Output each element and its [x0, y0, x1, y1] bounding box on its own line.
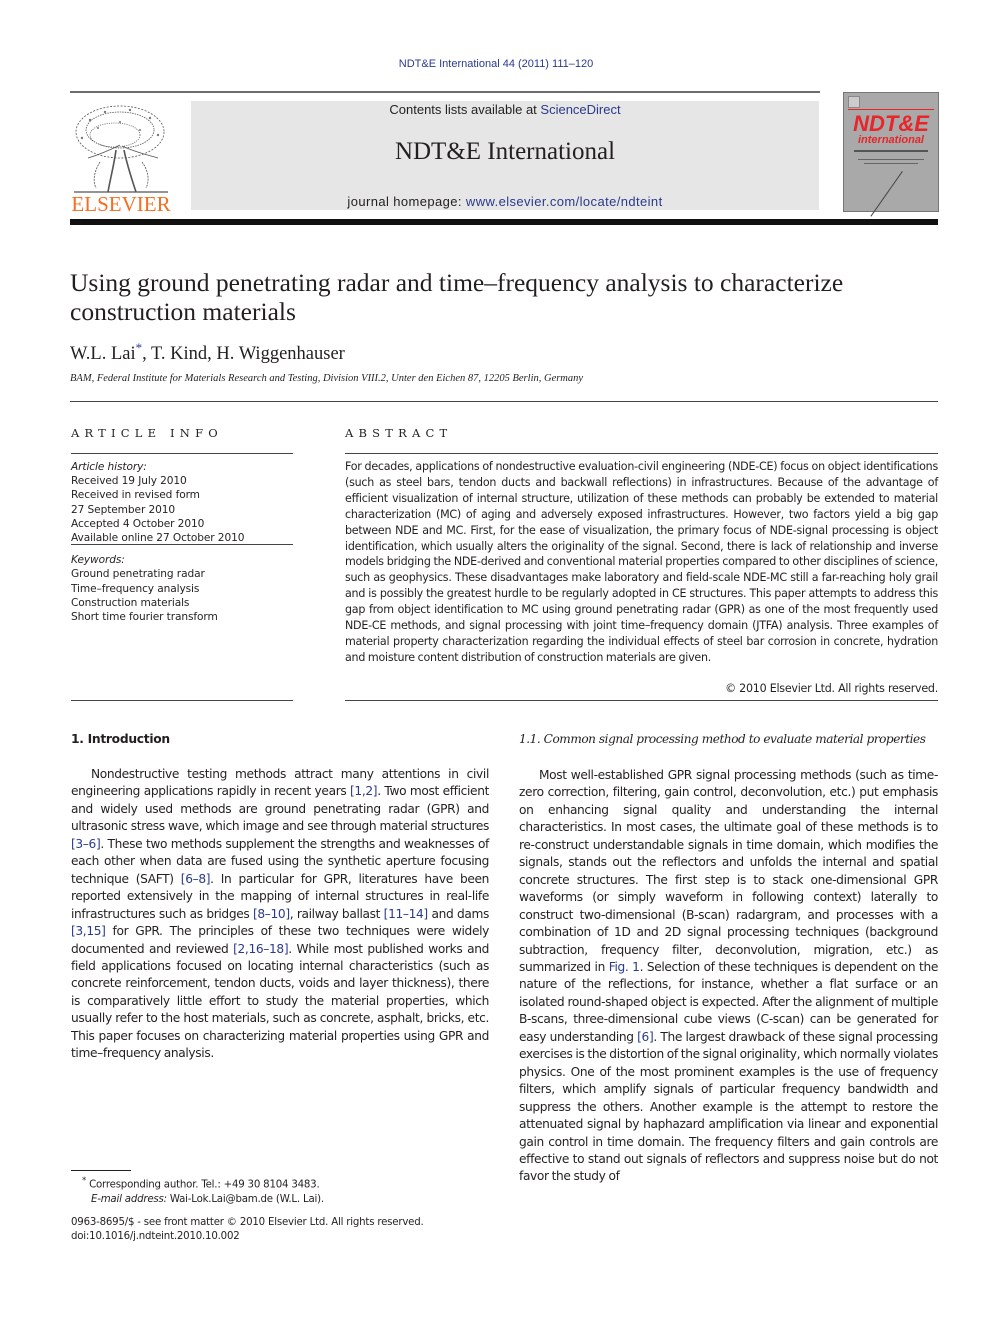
article-history: Article history: Received 19 July 2010 R… [71, 460, 293, 545]
email-value[interactable]: Wai-Lok.Lai@bam.de (W.L. Lai). [167, 1194, 324, 1205]
article-title: Using ground penetrating radar and time–… [70, 268, 844, 326]
elsevier-wordmark: ELSEVIER [71, 192, 171, 216]
email-label: E-mail address: [91, 1193, 167, 1205]
contents-available-line: Contents lists available at ScienceDirec… [191, 102, 819, 117]
journal-cover-thumbnail: NDT&E international [843, 92, 939, 217]
article-info-rule [71, 544, 293, 545]
citation-link[interactable]: [6] [637, 1030, 654, 1044]
front-matter: 0963-8695/$ - see front matter © 2010 El… [71, 1216, 424, 1245]
footnote-email: E-mail address: Wai-Lok.Lai@bam.de (W.L.… [82, 1193, 324, 1208]
issn-line: 0963-8695/$ - see front matter © 2010 El… [71, 1217, 424, 1228]
citation-link[interactable]: Fig. 1 [609, 960, 640, 974]
contents-prefix: Contents lists available at [389, 102, 541, 117]
article-info-rule [71, 700, 293, 701]
subsection-paragraph: Most well-established GPR signal process… [519, 768, 939, 1184]
footnote: * Corresponding author. Tel.: +49 30 810… [82, 1174, 324, 1207]
author-others: , T. Kind, H. Wiggenhauser [142, 344, 345, 365]
cover-tagline-bar [854, 150, 928, 152]
keyword-item: Short time fourier transform [71, 611, 218, 624]
header-rule [70, 91, 820, 93]
sciencedirect-link[interactable]: ScienceDirect [540, 102, 620, 117]
history-item: Received in revised form [71, 489, 200, 502]
journal-title: NDT&E International [394, 138, 616, 165]
journal-homepage-link[interactable]: www.elsevier.com/locate/ndteint [466, 194, 663, 209]
keywords-label: Keywords: [71, 554, 125, 566]
history-item: Accepted 4 October 2010 [71, 517, 205, 530]
cover-publisher-mark-icon [848, 96, 860, 108]
doi[interactable]: doi:10.1016/j.ndteint.2010.10.002 [71, 1230, 424, 1244]
citation-link[interactable]: [3–6] [71, 837, 101, 851]
footnote-corresponding: * Corresponding author. Tel.: +49 30 810… [82, 1174, 324, 1193]
citation-link[interactable]: [1,2] [350, 784, 378, 798]
citation-link[interactable]: [3,15] [71, 924, 106, 938]
cover-text-line [858, 159, 924, 160]
abstract-rule [345, 700, 938, 701]
journal-masthead: Contents lists available at ScienceDirec… [191, 101, 819, 210]
introduction-body: Nondestructive testing methods attract m… [71, 766, 489, 1063]
keyword-item: Time–frequency analysis [71, 582, 200, 595]
footnote-corresponding-text: Corresponding author. Tel.: +49 30 8104 … [86, 1179, 320, 1191]
author-lai[interactable]: W.L. Lai [70, 344, 136, 364]
history-item: 27 September 2010 [71, 503, 176, 516]
citation-link[interactable]: [2,16–18] [233, 942, 288, 956]
affiliation: BAM, Federal Institute for Materials Res… [70, 373, 584, 384]
article-info-rule [71, 453, 293, 454]
section-heading-introduction: 1. Introduction [71, 732, 170, 746]
abstract-text: For decades, applications of nondestruct… [345, 460, 938, 664]
history-item: Received 19 July 2010 [71, 475, 187, 488]
cover-text-line [864, 163, 918, 164]
keyword-item: Construction materials [71, 596, 190, 609]
subsection-1-1-body: Most well-established GPR signal process… [519, 767, 938, 1186]
cover-diagonal-line [870, 171, 903, 217]
cover-subtitle: international [857, 134, 924, 146]
abstract-heading: ABSTRACT [345, 426, 453, 440]
keyword-item: Ground penetrating radar [71, 568, 205, 581]
citation-link[interactable]: [8–10] [253, 907, 290, 921]
keywords: Keywords: Ground penetrating radar Time–… [71, 553, 293, 624]
journal-homepage-line: journal homepage: www.elsevier.com/locat… [191, 194, 819, 209]
abstract-copyright: © 2010 Elsevier Ltd. All rights reserved… [725, 682, 938, 695]
abstract-rule [345, 453, 938, 454]
masthead-thick-rule [70, 219, 938, 225]
subsection-heading-1-1: 1.1. Common signal processing method to … [519, 732, 926, 746]
article-info-heading: ARTICLE INFO [71, 426, 223, 440]
article-history-label: Article history: [71, 461, 147, 473]
cover-rule [848, 109, 934, 110]
introduction-paragraph: Nondestructive testing methods attract m… [71, 767, 490, 1061]
author-list: W.L. Lai*, T. Kind, H. Wiggenhauser [70, 340, 345, 365]
citation-link[interactable]: [6–8] [181, 872, 211, 886]
homepage-prefix: journal homepage: [347, 194, 466, 209]
running-head-citation[interactable]: NDT&E International 44 (2011) 111–120 [0, 58, 992, 70]
title-rule [70, 401, 938, 402]
citation-link[interactable]: [11–14] [384, 907, 429, 921]
footnote-rule [71, 1170, 131, 1171]
